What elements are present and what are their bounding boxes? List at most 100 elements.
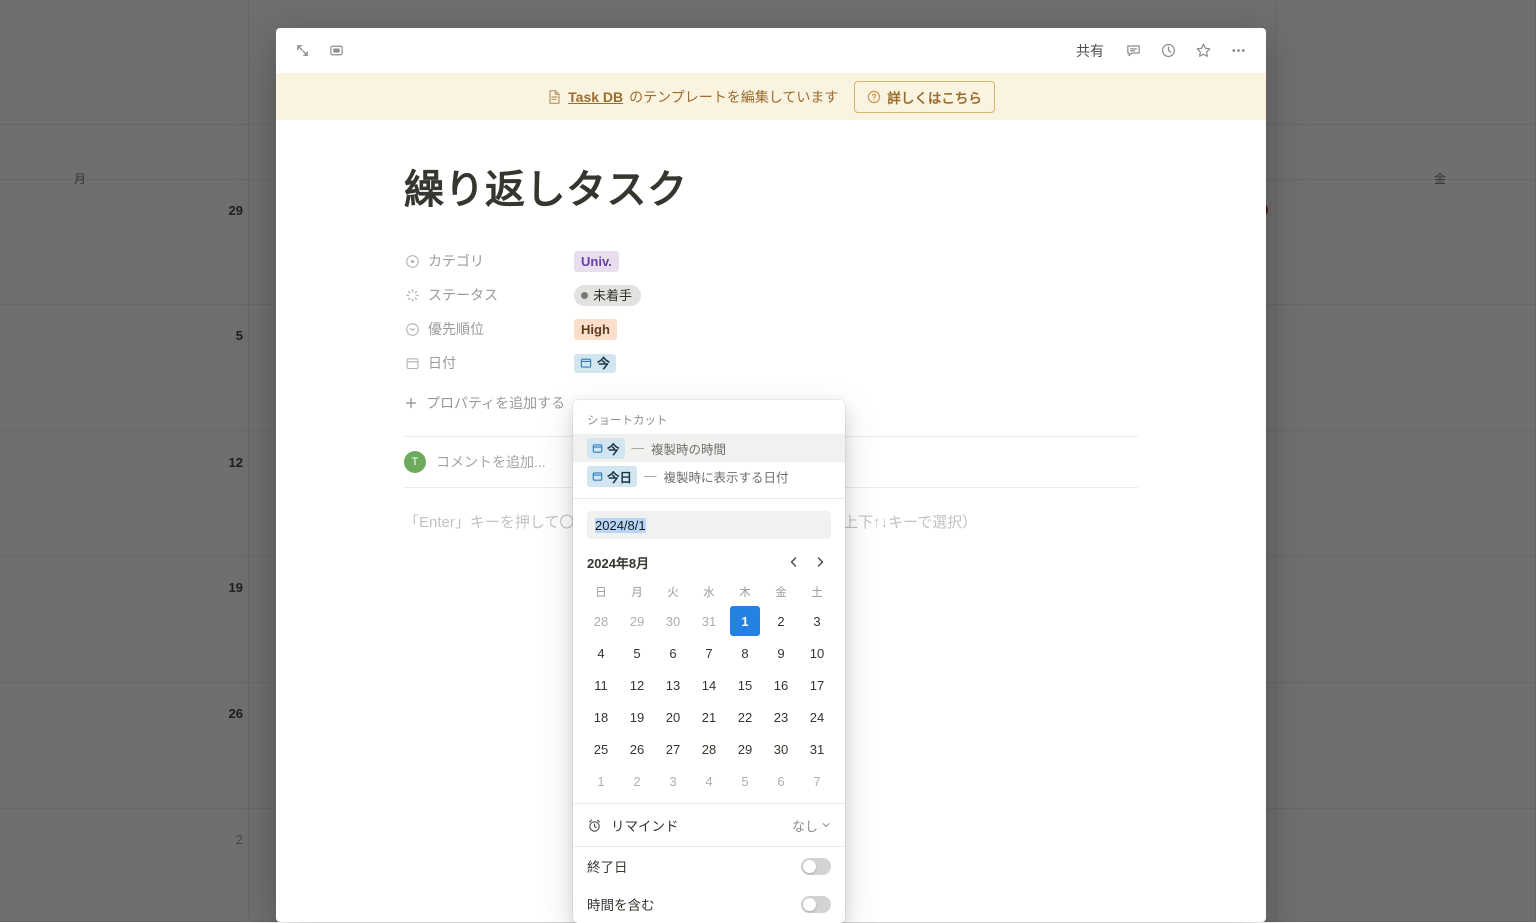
calendar-weekday-金: 金 xyxy=(763,579,799,605)
calendar-day-cell[interactable]: 12 xyxy=(619,669,655,701)
calendar-day-cell[interactable]: 20 xyxy=(655,701,691,733)
calendar-day-cell[interactable]: 26 xyxy=(619,733,655,765)
property-label-status[interactable]: ステータス xyxy=(398,282,574,308)
plus-icon xyxy=(404,396,418,410)
property-label-priority[interactable]: 優先順位 xyxy=(398,316,574,342)
banner-text: のテンプレートを編集しています xyxy=(629,87,838,107)
calendar-day-cell[interactable]: 27 xyxy=(655,733,691,765)
calendar-day-cell[interactable]: 7 xyxy=(691,637,727,669)
shortcut-dash: — xyxy=(632,441,645,455)
shortcut-item-today[interactable]: 今日 — 複製時に表示する日付 xyxy=(573,462,845,490)
calendar-day-cell[interactable]: 5 xyxy=(727,765,763,797)
date-tag-text: 今 xyxy=(597,355,610,372)
date-input[interactable]: 2024/8/1 xyxy=(587,511,831,539)
calendar-day-cell[interactable]: 11 xyxy=(583,669,619,701)
calendar-day-cell[interactable]: 29 xyxy=(727,733,763,765)
calendar-icon xyxy=(580,357,592,369)
comment-icon[interactable] xyxy=(1119,37,1147,65)
side-peek-icon[interactable] xyxy=(322,37,350,65)
calendar-day-cell[interactable]: 1 xyxy=(583,765,619,797)
calendar-day-cell[interactable]: 29 xyxy=(619,605,655,637)
chevron-right-icon[interactable] xyxy=(809,551,831,573)
alarm-clock-icon xyxy=(587,818,602,833)
avatar: T xyxy=(404,451,426,473)
calendar-day-cell[interactable]: 8 xyxy=(727,637,763,669)
more-horizontal-icon[interactable] xyxy=(1224,37,1252,65)
property-name: 優先順位 xyxy=(428,319,484,339)
expand-arrows-icon[interactable] xyxy=(288,37,316,65)
calendar-day-cell[interactable]: 28 xyxy=(583,605,619,637)
reminder-row[interactable]: リマインド なし xyxy=(573,804,845,846)
chevron-left-icon[interactable] xyxy=(783,551,805,573)
calendar-day-cell[interactable]: 6 xyxy=(655,637,691,669)
calendar-weekday-土: 土 xyxy=(799,579,835,605)
status-tag[interactable]: 未着手 xyxy=(574,285,641,306)
chevron-down-icon xyxy=(821,820,831,830)
comment-input[interactable]: コメントを追加... xyxy=(436,452,546,472)
calendar-day-cell[interactable]: 25 xyxy=(583,733,619,765)
calendar-day-cell[interactable]: 1 xyxy=(727,605,763,637)
learn-more-button[interactable]: 詳しくはこちら xyxy=(854,81,995,113)
calendar-day-cell[interactable]: 6 xyxy=(763,765,799,797)
calendar-day-cell[interactable]: 22 xyxy=(727,701,763,733)
task-db-link[interactable]: Task DB xyxy=(568,89,623,105)
calendar-day-cell[interactable]: 5 xyxy=(619,637,655,669)
calendar-icon xyxy=(592,443,603,454)
end-date-toggle[interactable] xyxy=(801,858,831,875)
category-tag[interactable]: Univ. xyxy=(574,251,619,272)
property-label-date[interactable]: 日付 xyxy=(398,350,574,376)
include-time-toggle-row[interactable]: 時間を含む xyxy=(573,885,845,923)
calendar-day-cell[interactable]: 16 xyxy=(763,669,799,701)
toggle-knob xyxy=(803,860,816,873)
add-property-button[interactable]: プロパティを追加する xyxy=(398,388,571,418)
calendar-day-cell[interactable]: 19 xyxy=(619,701,655,733)
add-property-label: プロパティを追加する xyxy=(426,393,565,413)
calendar-day-cell[interactable]: 2 xyxy=(619,765,655,797)
property-value-priority[interactable]: High xyxy=(574,319,617,340)
status-spinner-icon xyxy=(404,287,420,303)
date-tag[interactable]: 今 xyxy=(574,354,616,373)
calendar-day-cell[interactable]: 31 xyxy=(691,605,727,637)
calendar-day-cell[interactable]: 10 xyxy=(799,637,835,669)
property-value-status[interactable]: 未着手 xyxy=(574,285,641,306)
page-title[interactable]: 繰り返しタスク xyxy=(276,168,1266,212)
document-icon xyxy=(547,89,562,105)
calendar-day-cell[interactable]: 13 xyxy=(655,669,691,701)
property-value-category[interactable]: Univ. xyxy=(574,251,619,272)
shortcut-token-text: 今日 xyxy=(607,467,632,486)
calendar-day-cell[interactable]: 2 xyxy=(763,605,799,637)
property-label-category[interactable]: カテゴリ xyxy=(398,248,574,274)
calendar-day-cell[interactable]: 18 xyxy=(583,701,619,733)
calendar-day-cell[interactable]: 3 xyxy=(799,605,835,637)
end-date-toggle-row[interactable]: 終了日 xyxy=(573,847,845,885)
property-list: カテゴリ Univ. ステータス xyxy=(276,244,1266,418)
calendar-day-cell[interactable]: 9 xyxy=(763,637,799,669)
calendar-day-cell[interactable]: 21 xyxy=(691,701,727,733)
calendar-day-cell[interactable]: 15 xyxy=(727,669,763,701)
calendar-day-cell[interactable]: 30 xyxy=(763,733,799,765)
property-value-date[interactable]: 今 xyxy=(574,354,616,373)
calendar-day-cell[interactable]: 4 xyxy=(691,765,727,797)
calendar-day-cell[interactable]: 17 xyxy=(799,669,835,701)
calendar-day-cell[interactable]: 3 xyxy=(655,765,691,797)
include-time-toggle[interactable] xyxy=(801,896,831,913)
calendar-day-cell[interactable]: 7 xyxy=(799,765,835,797)
calendar-day-cell[interactable]: 23 xyxy=(763,701,799,733)
reminder-label: リマインド xyxy=(611,815,679,835)
shortcut-description: 複製時に表示する日付 xyxy=(664,467,789,486)
calendar-day-cell[interactable]: 28 xyxy=(691,733,727,765)
reminder-value[interactable]: なし xyxy=(792,816,831,835)
shortcut-item-now[interactable]: 今 — 複製時の時間 xyxy=(573,434,845,462)
calendar-day-cell[interactable]: 14 xyxy=(691,669,727,701)
calendar-day-cell[interactable]: 4 xyxy=(583,637,619,669)
priority-tag[interactable]: High xyxy=(574,319,617,340)
calendar-day-cell[interactable]: 31 xyxy=(799,733,835,765)
clock-history-icon[interactable] xyxy=(1154,37,1182,65)
end-date-label: 終了日 xyxy=(587,856,628,876)
star-icon[interactable] xyxy=(1189,37,1217,65)
calendar-day-cell[interactable]: 24 xyxy=(799,701,835,733)
calendar-weekday-日: 日 xyxy=(583,579,619,605)
shortcut-token: 今日 xyxy=(587,466,637,487)
share-button[interactable]: 共有 xyxy=(1068,37,1112,65)
calendar-day-cell[interactable]: 30 xyxy=(655,605,691,637)
